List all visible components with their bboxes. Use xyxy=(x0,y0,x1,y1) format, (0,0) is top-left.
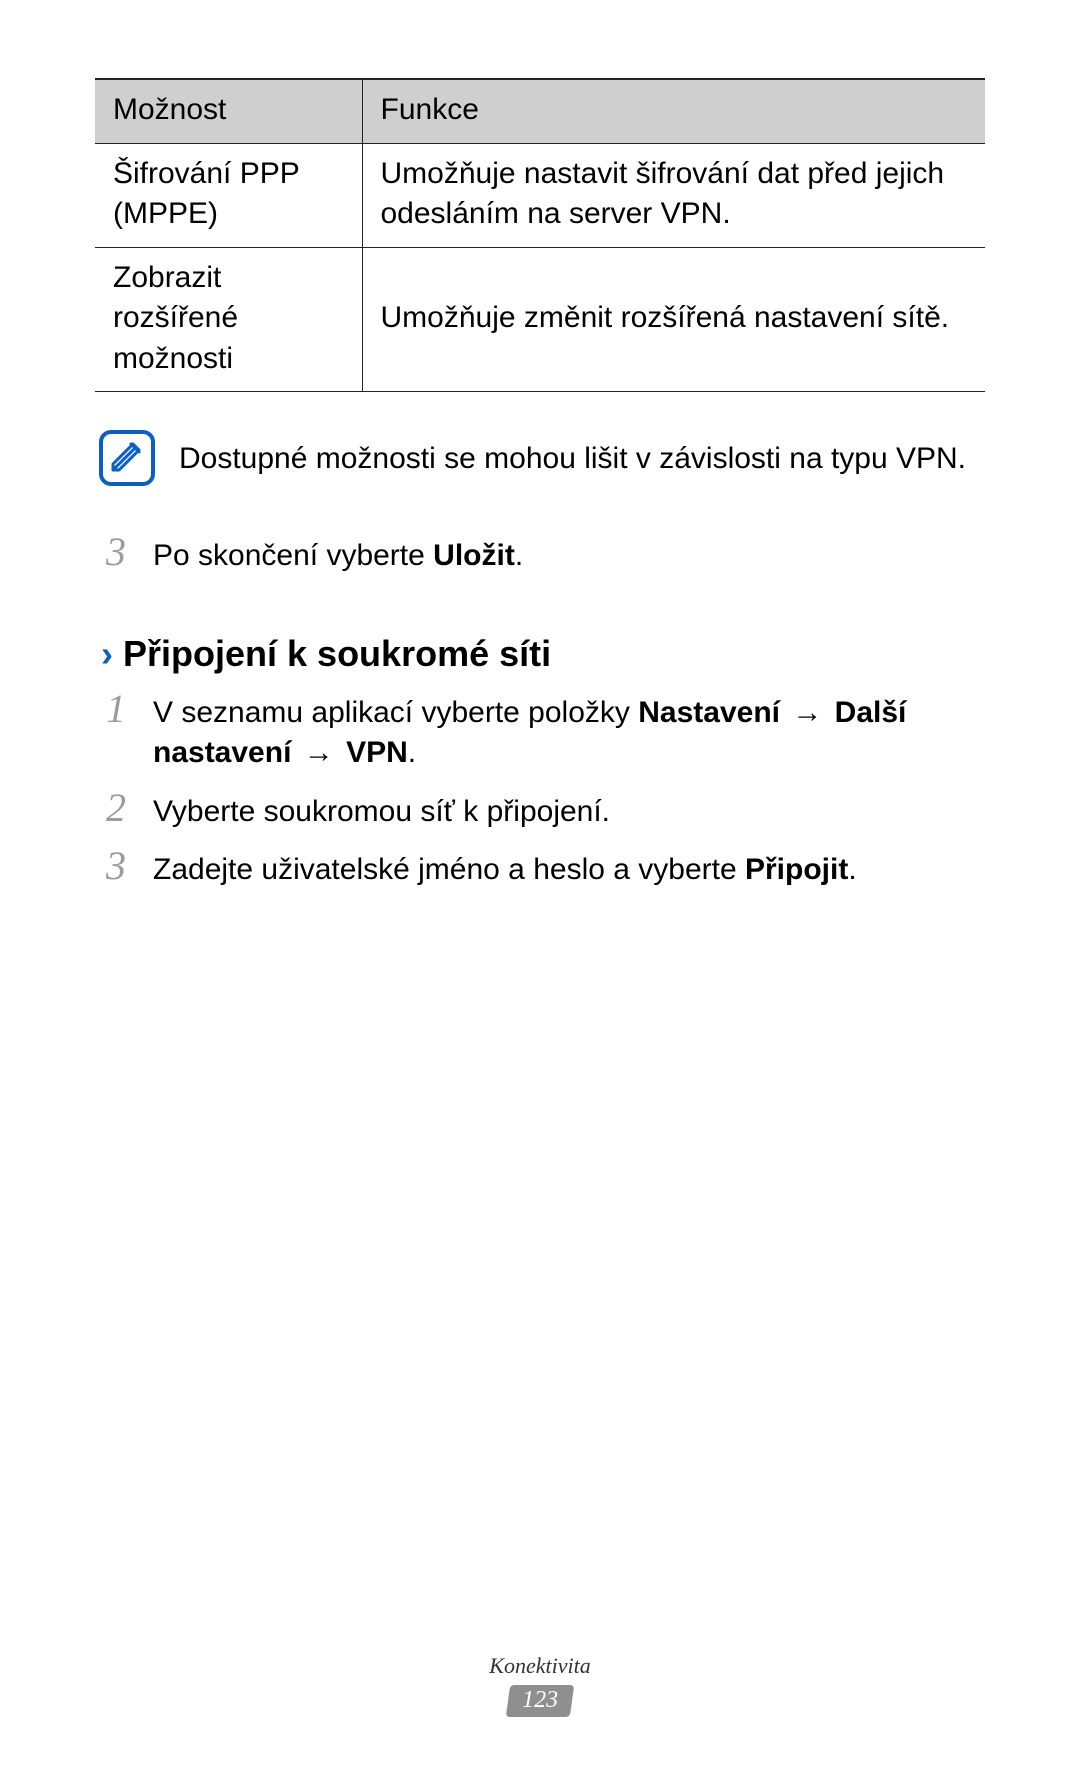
table-row: Šifrování PPP (MPPE) Umožňuje nastavit š… xyxy=(95,143,985,247)
step-bold: Uložit xyxy=(433,539,515,572)
step-bold: Nastavení xyxy=(638,696,780,729)
page-number: 123 xyxy=(522,1687,558,1714)
step-bold: Připojit xyxy=(745,853,848,886)
note-text: Dostupné možnosti se mohou lišit v závis… xyxy=(179,439,966,478)
step-number: 3 xyxy=(101,846,131,891)
step-text: . xyxy=(848,853,856,886)
cell-function: Umožňuje nastavit šifrování dat před jej… xyxy=(362,143,985,247)
cell-function: Umožňuje změnit rozšířená nastavení sítě… xyxy=(362,247,985,392)
section-heading: › Připojení k soukromé síti xyxy=(95,633,985,675)
cell-option: Šifrování PPP (MPPE) xyxy=(95,143,362,247)
steps-block: 1 V seznamu aplikací vyberte položky Nas… xyxy=(95,689,985,891)
step-body: Po skončení vyberte Uložit. xyxy=(153,532,523,577)
document-page: Možnost Funkce Šifrování PPP (MPPE) Umož… xyxy=(0,0,1080,1771)
step-body: Vyberte soukromou síť k připojení. xyxy=(153,788,610,833)
step-number: 1 xyxy=(101,689,131,774)
header-function: Funkce xyxy=(362,79,985,143)
step-text: . xyxy=(408,736,416,769)
arrow-text: → xyxy=(291,736,346,769)
step-number: 3 xyxy=(101,532,131,577)
note-icon xyxy=(99,430,155,486)
step-text: . xyxy=(515,539,523,572)
table-header-row: Možnost Funkce xyxy=(95,79,985,143)
step-text: Zadejte uživatelské jméno a heslo a vybe… xyxy=(153,853,745,886)
step-bold: VPN xyxy=(346,736,408,769)
numbered-step: 3 Zadejte uživatelské jméno a heslo a vy… xyxy=(95,846,985,891)
numbered-step: 2 Vyberte soukromou síť k připojení. xyxy=(95,788,985,833)
note-callout: Dostupné možnosti se mohou lišit v závis… xyxy=(95,430,985,486)
cell-option: Zobrazit rozšířené možnosti xyxy=(95,247,362,392)
numbered-step: 3 Po skončení vyberte Uložit. xyxy=(95,532,985,577)
section-title: Připojení k soukromé síti xyxy=(123,633,551,675)
chevron-right-icon: › xyxy=(101,636,113,672)
step-text: V seznamu aplikací vyberte položky xyxy=(153,696,638,729)
step-body: Zadejte uživatelské jméno a heslo a vybe… xyxy=(153,846,857,891)
page-number-badge: 123 xyxy=(506,1685,574,1717)
footer-chapter: Konektivita xyxy=(0,1653,1080,1679)
options-table: Možnost Funkce Šifrování PPP (MPPE) Umož… xyxy=(95,78,985,392)
step-number: 2 xyxy=(101,788,131,833)
page-footer: Konektivita 123 xyxy=(0,1653,1080,1717)
numbered-step: 1 V seznamu aplikací vyberte položky Nas… xyxy=(95,689,985,774)
step-body: V seznamu aplikací vyberte položky Nasta… xyxy=(153,689,985,774)
step-text: Po skončení vyberte xyxy=(153,539,433,572)
table-row: Zobrazit rozšířené možnosti Umožňuje změ… xyxy=(95,247,985,392)
arrow-text: → xyxy=(780,696,835,729)
header-option: Možnost xyxy=(95,79,362,143)
